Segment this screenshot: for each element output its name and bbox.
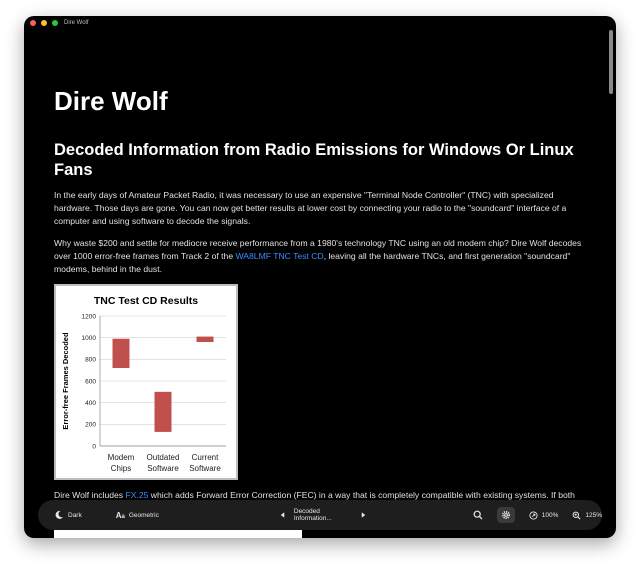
- x-category-label-line2: Chips: [111, 464, 131, 473]
- section-navigator: Decoded Information...: [279, 508, 367, 522]
- range-bar-1: [112, 338, 130, 368]
- current-section-label[interactable]: Decoded Information...: [294, 508, 352, 522]
- theme-label: Dark: [68, 511, 82, 519]
- y-tick-label: 200: [85, 422, 96, 429]
- intro-paragraph: In the early days of Amateur Packet Radi…: [54, 190, 567, 226]
- next-section-icon[interactable]: [360, 511, 367, 519]
- previous-section-icon[interactable]: [279, 511, 286, 519]
- y-tick-label: 0: [92, 443, 96, 450]
- font-size-icon: Aa: [115, 510, 125, 520]
- article-content: Dire Wolf Decoded Information from Radio…: [54, 86, 584, 528]
- search-button[interactable]: [473, 510, 483, 520]
- font-label: Geometric: [128, 511, 159, 519]
- window-title: Dire Wolf: [64, 20, 89, 26]
- title-bar: Dire Wolf: [24, 16, 616, 30]
- page-title: Dire Wolf: [54, 86, 168, 116]
- x-category-label-line2: Software: [147, 464, 179, 473]
- close-window-button[interactable]: [30, 20, 36, 26]
- vertical-scrollbar[interactable]: [609, 30, 613, 94]
- actual-size-icon: [529, 510, 538, 520]
- y-tick-label: 800: [85, 357, 96, 364]
- x-category-label-line1: Outdated: [147, 453, 180, 462]
- settings-button[interactable]: [496, 507, 515, 523]
- fx25-text-start: Dire Wolf includes: [54, 490, 126, 500]
- y-axis-label: Error-free Frames Decoded: [61, 332, 70, 430]
- reader-toolbar: Dark Aa Geometric Decoded Information...…: [38, 500, 602, 530]
- fx25-link[interactable]: FX.25: [125, 490, 148, 500]
- x-category-label-line1: Current: [192, 453, 219, 462]
- theme-button[interactable]: Dark: [54, 510, 82, 520]
- range-bar-3: [196, 336, 214, 342]
- actual-size-label: 100%: [541, 511, 559, 519]
- y-tick-label: 1000: [82, 335, 97, 342]
- x-category-label-line2: Software: [189, 464, 221, 473]
- minimize-window-button[interactable]: [41, 20, 47, 26]
- comparison-paragraph: Why waste $200 and settle for mediocre r…: [54, 237, 584, 276]
- section-heading: Decoded Information from Radio Emissions…: [54, 141, 574, 179]
- y-tick-label: 400: [85, 400, 96, 407]
- y-tick-label: 1200: [82, 313, 97, 320]
- gear-icon: [501, 510, 510, 520]
- zoom-in-icon: [572, 511, 581, 519]
- zoom-button[interactable]: 125%: [572, 511, 602, 520]
- x-category-label-line1: Modem: [108, 453, 135, 462]
- font-button[interactable]: Aa Geometric: [116, 511, 159, 520]
- reader-window: Dire Wolf Dire Wolf Decoded Information …: [24, 16, 616, 538]
- y-tick-label: 600: [85, 378, 96, 385]
- search-icon: [473, 510, 483, 520]
- moon-icon: [55, 510, 63, 519]
- actual-size-button[interactable]: 100%: [529, 510, 559, 520]
- zoom-level-label: 125%: [585, 511, 602, 519]
- chart-svg: TNC Test CD Results 0 200 400 600 800 1000 1200…: [61, 295, 226, 473]
- chart-title: TNC Test CD Results: [94, 295, 198, 307]
- zoom-window-button[interactable]: [52, 20, 58, 26]
- tnc-test-cd-link[interactable]: WA8LMF TNC Test CD: [236, 251, 324, 261]
- tnc-results-chart: TNC Test CD Results 0 200 400 600 800 1000 1200…: [54, 284, 238, 480]
- range-bar-2: [154, 391, 172, 432]
